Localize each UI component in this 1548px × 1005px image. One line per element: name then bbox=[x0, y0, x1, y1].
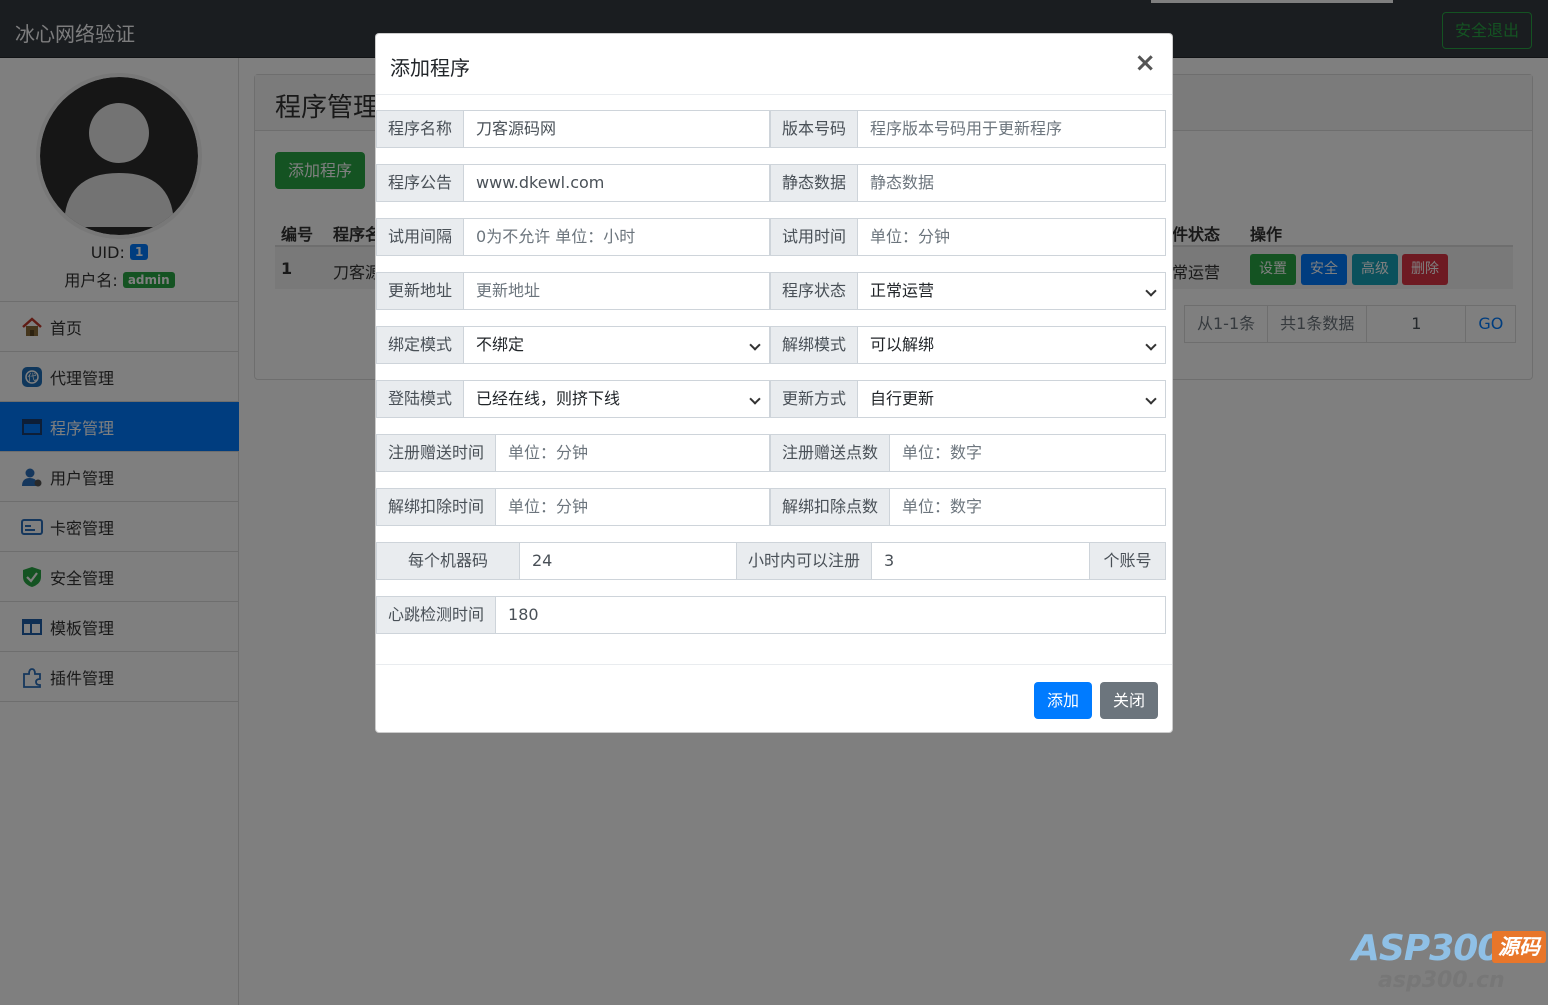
update-mode-select[interactable]: 自行更新 bbox=[858, 380, 1166, 418]
static-data-label: 静态数据 bbox=[770, 164, 859, 202]
login-mode-label: 登陆模式 bbox=[376, 380, 465, 418]
field-group: 解绑扣除点数 单位：数字 bbox=[770, 488, 1166, 526]
field-group: 更新地址 更新地址 bbox=[376, 272, 770, 310]
version-label: 版本号码 bbox=[770, 110, 859, 148]
trial-time-input[interactable]: 单位：分钟 bbox=[858, 218, 1166, 256]
program-name-input[interactable]: 刀客源码网 bbox=[464, 110, 770, 148]
field-group: 试用间隔 0为不允许 单位：小时 bbox=[376, 218, 770, 256]
close-button[interactable]: 关闭 bbox=[1100, 682, 1158, 719]
update-mode-label: 更新方式 bbox=[770, 380, 859, 418]
update-url-input[interactable]: 更新地址 bbox=[464, 272, 770, 310]
reg-gift-points-label: 注册赠送点数 bbox=[770, 434, 891, 472]
field-group: 更新方式 自行更新 bbox=[770, 380, 1166, 418]
form-row: 心跳检测时间 180 bbox=[376, 596, 1166, 634]
unbind-time-input[interactable]: 单位：分钟 bbox=[496, 488, 770, 526]
field-group: 静态数据 静态数据 bbox=[770, 164, 1166, 202]
unbind-points-label: 解绑扣除点数 bbox=[770, 488, 891, 526]
version-input[interactable]: 程序版本号码用于更新程序 bbox=[858, 110, 1166, 148]
reg-gift-time-input[interactable]: 单位：分钟 bbox=[496, 434, 770, 472]
field-group: 注册赠送时间 单位：分钟 bbox=[376, 434, 770, 472]
trial-time-label: 试用时间 bbox=[770, 218, 859, 256]
heartbeat-input[interactable]: 180 bbox=[496, 596, 1166, 634]
field-group: 试用时间 单位：分钟 bbox=[770, 218, 1166, 256]
trial-interval-label: 试用间隔 bbox=[376, 218, 465, 256]
unbind-mode-select[interactable]: 可以解绑 bbox=[858, 326, 1166, 364]
login-mode-select[interactable]: 已经在线，则挤下线 bbox=[464, 380, 770, 418]
watermark-logo: ASP300 bbox=[1352, 928, 1502, 969]
per-machine-count-input[interactable]: 3 bbox=[872, 542, 1091, 580]
field-group: 绑定模式 不绑定 bbox=[376, 326, 770, 364]
trial-interval-input[interactable]: 0为不允许 单位：小时 bbox=[464, 218, 770, 256]
reg-gift-points-input[interactable]: 单位：数字 bbox=[890, 434, 1166, 472]
program-status-select[interactable]: 正常运营 bbox=[858, 272, 1166, 310]
form-row: 试用间隔 0为不允许 单位：小时 试用时间 单位：分钟 bbox=[376, 218, 1166, 256]
unbind-mode-label: 解绑模式 bbox=[770, 326, 859, 364]
field-group: 解绑扣除时间 单位：分钟 bbox=[376, 488, 770, 526]
close-icon[interactable]: × bbox=[1134, 48, 1156, 78]
form-row: 程序名称 刀客源码网 版本号码 程序版本号码用于更新程序 bbox=[376, 110, 1166, 148]
unbind-time-label: 解绑扣除时间 bbox=[376, 488, 497, 526]
per-machine-label: 每个机器码 bbox=[376, 542, 520, 580]
form-row: 每个机器码 24 小时内可以注册 3 个账号 bbox=[376, 542, 1166, 580]
watermark-tag: 源码 bbox=[1492, 931, 1546, 963]
field-group: 版本号码 程序版本号码用于更新程序 bbox=[770, 110, 1166, 148]
unbind-points-input[interactable]: 单位：数字 bbox=[890, 488, 1166, 526]
field-group: 程序公告 www.dkewl.com bbox=[376, 164, 770, 202]
notice-label: 程序公告 bbox=[376, 164, 465, 202]
field-group: 注册赠送点数 单位：数字 bbox=[770, 434, 1166, 472]
form-row: 解绑扣除时间 单位：分钟 解绑扣除点数 单位：数字 bbox=[376, 488, 1166, 526]
reg-gift-time-label: 注册赠送时间 bbox=[376, 434, 497, 472]
form-row: 登陆模式 已经在线，则挤下线 更新方式 自行更新 bbox=[376, 380, 1166, 418]
modal-footer: 添加 关闭 bbox=[376, 664, 1172, 732]
bind-mode-label: 绑定模式 bbox=[376, 326, 465, 364]
bind-mode-select[interactable]: 不绑定 bbox=[464, 326, 770, 364]
per-machine-suffix-label: 个账号 bbox=[1090, 542, 1166, 580]
form-row: 更新地址 更新地址 程序状态 正常运营 bbox=[376, 272, 1166, 310]
per-machine-hours-input[interactable]: 24 bbox=[520, 542, 737, 580]
watermark-url: asp300.cn bbox=[1378, 968, 1505, 993]
add-button[interactable]: 添加 bbox=[1034, 682, 1092, 719]
form-row: 绑定模式 不绑定 解绑模式 可以解绑 bbox=[376, 326, 1166, 364]
static-data-input[interactable]: 静态数据 bbox=[858, 164, 1166, 202]
per-machine-mid-label: 小时内可以注册 bbox=[737, 542, 873, 580]
modal-header: 添加程序 × bbox=[376, 34, 1172, 95]
form-row: 注册赠送时间 单位：分钟 注册赠送点数 单位：数字 bbox=[376, 434, 1166, 472]
add-program-modal: 添加程序 × 程序名称 刀客源码网 版本号码 程序版本号码用于更新程序 程序公告… bbox=[375, 33, 1173, 733]
program-name-label: 程序名称 bbox=[376, 110, 465, 148]
modal-title: 添加程序 bbox=[390, 56, 470, 80]
update-url-label: 更新地址 bbox=[376, 272, 465, 310]
program-status-label: 程序状态 bbox=[770, 272, 859, 310]
notice-input[interactable]: www.dkewl.com bbox=[464, 164, 770, 202]
field-group: 解绑模式 可以解绑 bbox=[770, 326, 1166, 364]
field-group: 程序状态 正常运营 bbox=[770, 272, 1166, 310]
field-group: 程序名称 刀客源码网 bbox=[376, 110, 770, 148]
field-group: 登陆模式 已经在线，则挤下线 bbox=[376, 380, 770, 418]
heartbeat-label: 心跳检测时间 bbox=[376, 596, 497, 634]
form-row: 程序公告 www.dkewl.com 静态数据 静态数据 bbox=[376, 164, 1166, 202]
